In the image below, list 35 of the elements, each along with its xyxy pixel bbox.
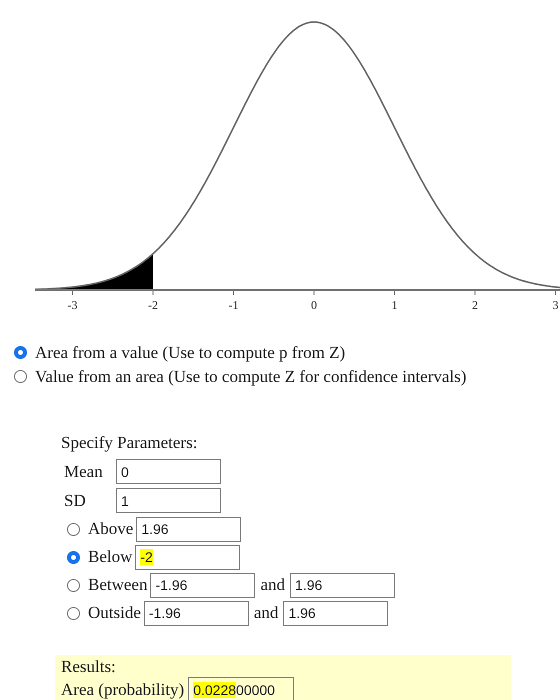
tick-label: -1 <box>228 298 238 312</box>
option-label: Between <box>88 575 148 595</box>
tick-label: 3 <box>552 298 558 312</box>
input-field[interactable]: 1.96 <box>290 572 396 598</box>
option-label: Below <box>88 547 132 567</box>
input-field[interactable]: 1 <box>116 488 221 513</box>
input-field[interactable]: -1.96 <box>150 572 256 598</box>
radio-button[interactable] <box>67 522 80 536</box>
tick-label: 0 <box>311 298 317 312</box>
input-field[interactable]: -2 <box>135 544 240 570</box>
result-field[interactable]: 0.022800000 <box>188 677 294 700</box>
input-field[interactable]: 1.96 <box>283 600 388 626</box>
and-label: and <box>260 575 286 595</box>
field-label: SD <box>64 490 87 510</box>
field-label: Mean <box>64 462 104 482</box>
radio-button[interactable] <box>14 346 27 359</box>
radio-button[interactable] <box>67 606 80 620</box>
option-label: Above <box>88 519 134 539</box>
input-field[interactable]: -1.96 <box>144 600 249 626</box>
option-label: Outside <box>88 603 141 623</box>
tick-label: 1 <box>392 298 398 312</box>
tick-label: 2 <box>472 298 478 312</box>
tick-label: -3 <box>68 298 78 312</box>
and-label: and <box>254 603 278 623</box>
results-title: Results: <box>61 657 117 677</box>
radio-button[interactable] <box>67 550 80 564</box>
radio-button[interactable] <box>67 578 80 592</box>
tick-label: -2 <box>148 298 158 312</box>
input-field[interactable]: 0 <box>116 459 221 484</box>
option-label: Value from an area (Use to compute Z for confidence intervals) <box>35 366 466 386</box>
result-label: Area (probability) <box>61 680 184 700</box>
radio-button[interactable] <box>14 370 27 383</box>
section-title: Specify Parameters: <box>61 433 198 454</box>
option-label: Area from a value (Use to compute p from Z) <box>35 342 346 362</box>
input-field[interactable]: 1.96 <box>136 516 242 542</box>
